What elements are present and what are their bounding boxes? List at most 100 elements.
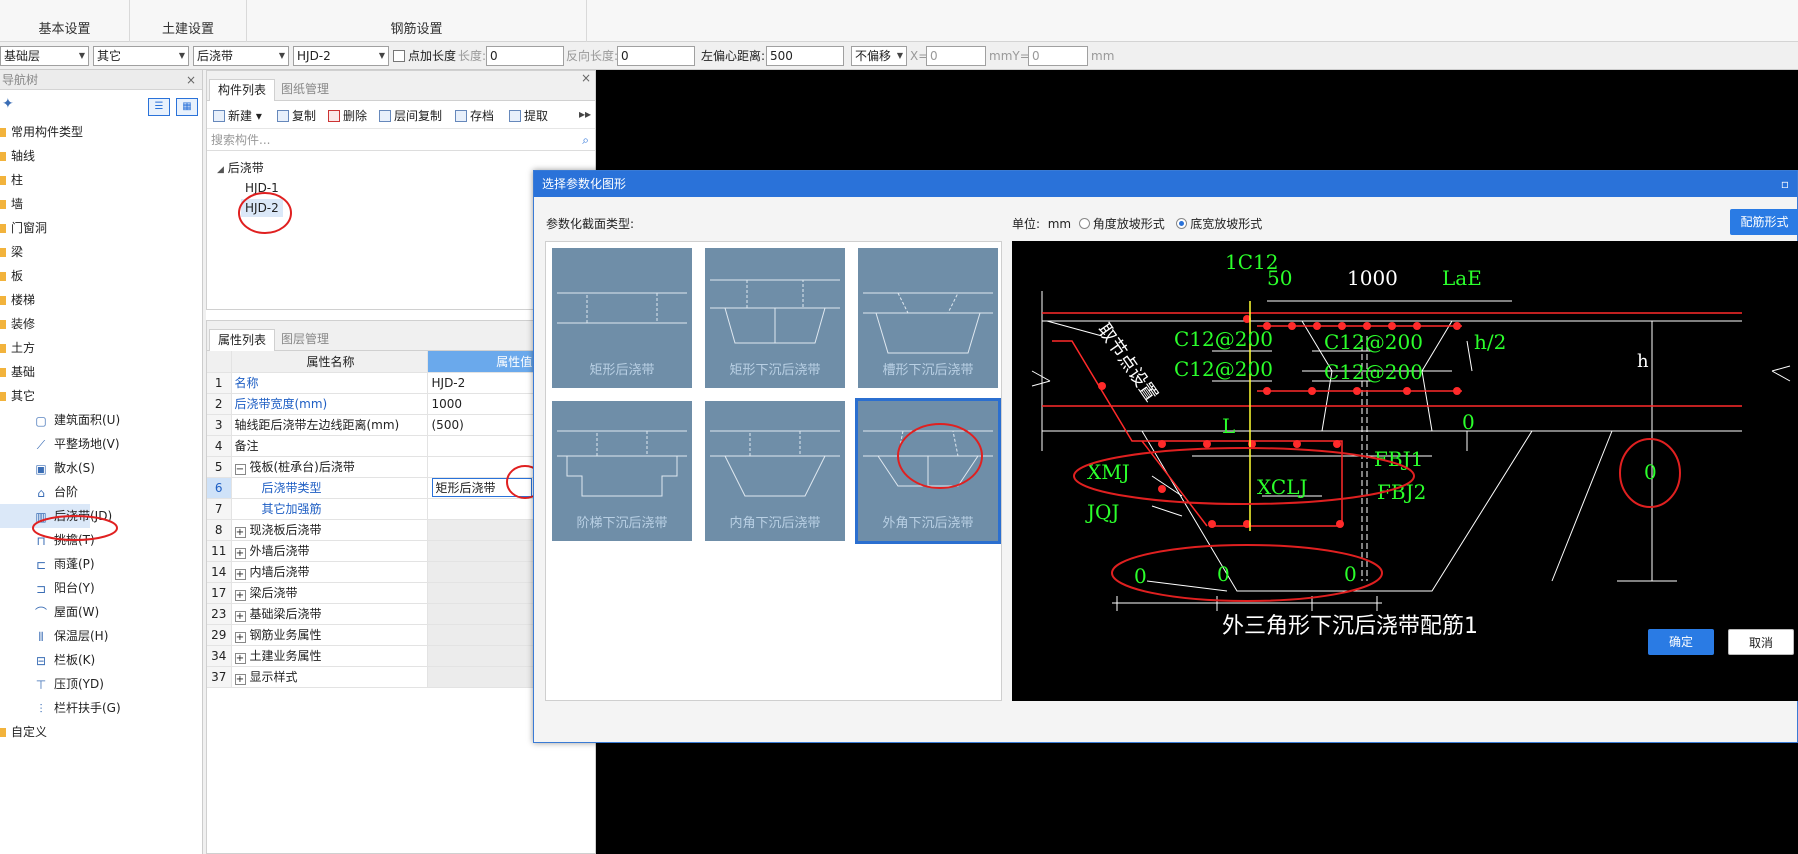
nav-sub-item[interactable]: ⦀ 保温层(H) xyxy=(0,624,202,648)
copy-button[interactable]: 复制 xyxy=(277,107,316,124)
expand-icon[interactable]: + xyxy=(234,632,246,643)
shape-step-sunken[interactable]: 阶梯下沉后浇带 xyxy=(552,401,692,541)
nav-sub-item[interactable]: ⫶ 栏杆扶手(G) xyxy=(0,696,202,720)
new-button[interactable]: 新建 ▾ xyxy=(213,107,262,124)
y-input[interactable]: 0 xyxy=(1028,46,1088,66)
expand-icon[interactable]: + xyxy=(234,611,246,622)
shape-rect-sunken[interactable]: 矩形下沉后浇带 xyxy=(705,248,845,388)
label-50: 50 xyxy=(1267,266,1292,290)
shape-outer-corner-sunken-selected[interactable]: 外角下沉后浇带 xyxy=(855,398,1001,544)
cancel-button[interactable]: 取消 xyxy=(1728,629,1794,655)
extract-icon xyxy=(509,110,521,122)
nav-item[interactable]: 装修 xyxy=(0,312,202,336)
radio-angle-slope[interactable] xyxy=(1078,218,1090,229)
maximize-icon[interactable]: ▫ xyxy=(1781,171,1789,197)
nav-sub-item[interactable]: ⊏ 雨蓬(P) xyxy=(0,552,202,576)
nav-sub-item[interactable]: ⊐ 阳台(Y) xyxy=(0,576,202,600)
component-select[interactable]: HJD-2 ▼ xyxy=(293,46,389,66)
grid-view-icon[interactable]: ▦ xyxy=(176,98,198,116)
expand-icon[interactable]: + xyxy=(234,569,246,580)
expand-icon[interactable]: + xyxy=(234,653,246,664)
label-lae: LaE xyxy=(1442,266,1482,290)
collapse-icon[interactable]: − xyxy=(234,464,246,475)
collapse-icon[interactable]: ◢ xyxy=(217,165,224,175)
shift-select[interactable]: 不偏移 ▼ xyxy=(851,46,907,66)
drawing-toolbar: 基础层 ▼ 其它 ▼ 后浇带 ▼ HJD-2 ▼ 点加长度 长度: 0 反向长度: 0 … xyxy=(0,42,1798,70)
nav-item[interactable]: 梁 xyxy=(0,240,202,264)
expand-icon[interactable]: + xyxy=(234,674,246,685)
nav-sub-item[interactable]: ▣ 散水(S) xyxy=(0,456,202,480)
railing-icon: ⫶ xyxy=(39,701,43,716)
nav-sub-item[interactable]: ⌒ 屋面(W) xyxy=(0,600,202,624)
nav-item[interactable]: 基础 xyxy=(0,360,202,384)
reverse-length-input[interactable]: 0 xyxy=(617,46,695,66)
nav-item[interactable]: 轴线 xyxy=(0,144,202,168)
type-select[interactable]: 后浇带 ▼ xyxy=(193,46,289,66)
chevron-down-icon: ▼ xyxy=(378,51,385,60)
nav-sub-item[interactable]: ▢ 建筑面积(U) xyxy=(0,408,202,432)
tab-civil-settings[interactable]: 土建设置 xyxy=(130,0,247,42)
tab-layer-management[interactable]: 图层管理 xyxy=(273,329,337,351)
search-icon[interactable]: ⌕ xyxy=(582,129,589,151)
nav-item[interactable]: 门窗洞 xyxy=(0,216,202,240)
delete-button[interactable]: 删除 xyxy=(328,107,367,124)
label-1000: 1000 xyxy=(1347,266,1398,290)
annotation-circle xyxy=(32,515,118,541)
close-icon[interactable]: × xyxy=(186,70,196,90)
nav-item-other[interactable]: 其它 xyxy=(0,384,202,408)
nav-item[interactable]: 柱 xyxy=(0,168,202,192)
nav-item[interactable]: 土方 xyxy=(0,336,202,360)
folder-icon xyxy=(0,392,6,401)
length-input[interactable]: 0 xyxy=(486,46,564,66)
archive-button[interactable]: 存档 xyxy=(455,107,494,124)
nav-item[interactable]: 楼梯 xyxy=(0,288,202,312)
close-icon[interactable]: × xyxy=(581,71,591,85)
navigation-panel: 导航树 × ✦ ☰ ▦ 常用构件类型 轴线 柱 墙 门窗洞 梁 板 楼梯 装修 土… xyxy=(0,70,203,854)
category-select[interactable]: 其它 ▼ xyxy=(93,46,189,66)
nav-item[interactable]: 常用构件类型 xyxy=(0,120,202,144)
component-search-input[interactable]: 搜索构件... ⌕ xyxy=(207,129,595,151)
nav-sub-item[interactable]: ⊤ 压顶(YD) xyxy=(0,672,202,696)
nav-sub-item[interactable]: ⌂ 台阶 xyxy=(0,480,202,504)
tab-component-list[interactable]: 构件列表 xyxy=(209,79,276,101)
expand-icon[interactable]: + xyxy=(234,590,246,601)
tab-property-list[interactable]: 属性列表 xyxy=(209,329,276,351)
ribbon-tabs: 基本设置 土建设置 钢筋设置 xyxy=(0,0,1798,42)
radio-bottom-width-slope[interactable] xyxy=(1176,218,1188,229)
nav-item[interactable]: 墙 xyxy=(0,192,202,216)
column-header-name: 属性名称 xyxy=(231,351,428,373)
shape-inner-corner-sunken[interactable]: 内角下沉后浇带 xyxy=(705,401,845,541)
nav-tools: ✦ ☰ ▦ xyxy=(0,90,202,120)
offset-input[interactable]: 500 xyxy=(766,46,844,66)
floor-select[interactable]: 基础层 ▼ xyxy=(0,46,89,66)
section-label: 参数化截面类型: xyxy=(546,217,635,231)
tab-rebar-settings[interactable]: 钢筋设置 xyxy=(247,0,587,42)
tree-root[interactable]: ◢ 后浇带 xyxy=(217,159,264,176)
x-input[interactable]: 0 xyxy=(926,46,986,66)
nav-item-custom[interactable]: 自定义 xyxy=(0,720,202,744)
add-length-label: 点加长度 xyxy=(408,49,457,63)
tab-basic-settings[interactable]: 基本设置 xyxy=(0,0,130,42)
length-label: 长度: xyxy=(458,49,487,63)
nav-item[interactable]: 板 xyxy=(0,264,202,288)
list-view-icon[interactable]: ☰ xyxy=(148,98,170,116)
nav-sub-item[interactable]: ⊟ 栏板(K) xyxy=(0,648,202,672)
add-icon[interactable]: ✦ xyxy=(2,96,14,112)
y-label: mmY= xyxy=(989,49,1030,63)
expand-icon[interactable]: + xyxy=(234,527,246,538)
tab-drawing-management[interactable]: 图纸管理 xyxy=(273,79,337,101)
rebar-form-button[interactable]: 配筋形式 xyxy=(1730,209,1798,235)
label-zero-b2: 0 xyxy=(1217,562,1230,586)
new-icon xyxy=(213,110,225,122)
ok-button[interactable]: 确定 xyxy=(1648,629,1714,655)
expand-icon[interactable]: + xyxy=(234,548,246,559)
canopy-icon: ⊏ xyxy=(35,557,47,572)
shape-rect[interactable]: 矩形后浇带 xyxy=(552,248,692,388)
floor-copy-button[interactable]: 层间复制 xyxy=(379,107,442,124)
shape-trough-sunken[interactable]: 槽形下沉后浇带 xyxy=(858,248,998,388)
folder-icon xyxy=(0,176,6,185)
add-length-checkbox[interactable] xyxy=(393,50,405,62)
nav-sub-item[interactable]: ⟋ 平整场地(V) xyxy=(0,432,202,456)
more-icon[interactable]: ▸▸ xyxy=(579,107,591,121)
extract-button[interactable]: 提取 xyxy=(509,107,548,124)
